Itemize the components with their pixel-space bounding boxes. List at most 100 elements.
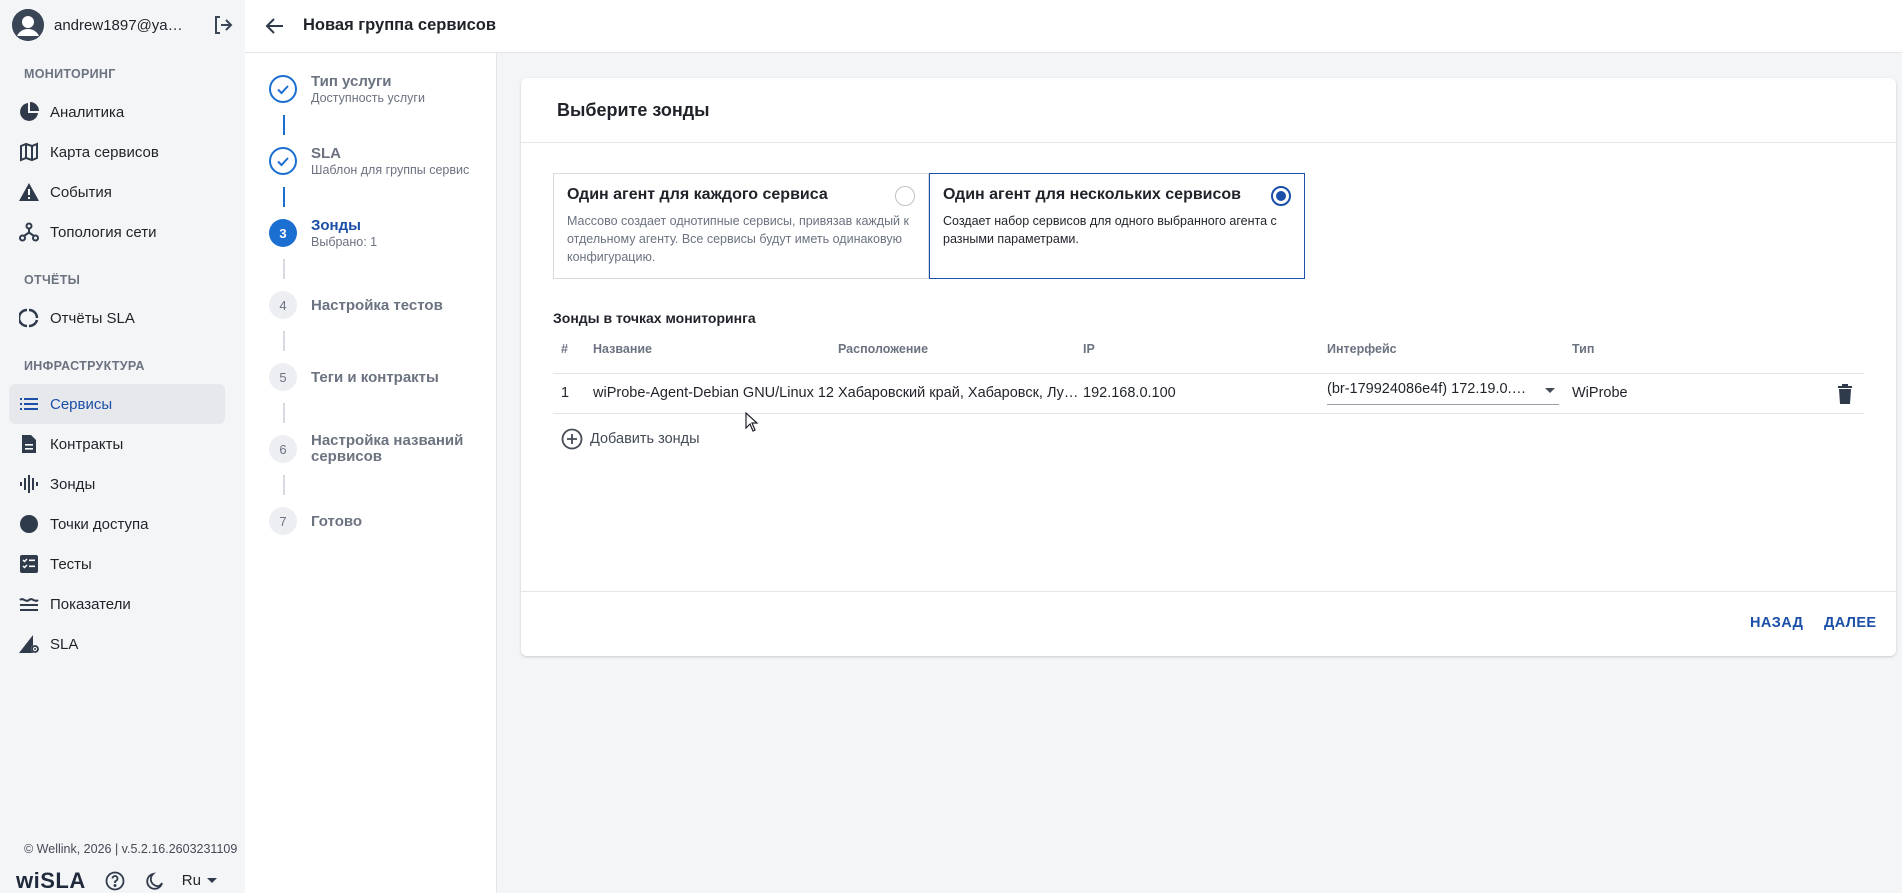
warning-icon	[18, 181, 40, 203]
table-row[interactable]: 1 wiProbe-Agent-Debian GNU/Linux 12 Хаба…	[553, 374, 1864, 414]
nav-item-label: Точки доступа	[50, 515, 149, 533]
nav-item-label: Тесты	[50, 555, 92, 573]
probe-selection-card: Выберите зонды Один агент для каждого се…	[521, 78, 1896, 656]
next-button[interactable]: ДАЛЕЕ	[1824, 615, 1877, 631]
nav-item-label: Показатели	[50, 595, 131, 613]
user-email: andrew1897@yandex.ru	[54, 16, 189, 34]
section-label-infrastructure: ИНФРАСТРУКТУРА	[24, 359, 145, 373]
back-button[interactable]: НАЗАД	[1750, 615, 1803, 631]
step-number: 7	[269, 507, 297, 535]
interface-select[interactable]: (br-179924086e4f) 172.19.0.1 …	[1327, 379, 1559, 405]
checklist-icon	[18, 553, 40, 575]
wizard-stepper: Тип услуги Доступность услуги SLA Шаблон…	[245, 53, 497, 893]
person-icon	[12, 9, 44, 41]
nav-item-label: SLA	[50, 635, 79, 653]
table-header: # Название Расположение IP Интерфейс Тип	[553, 340, 1864, 374]
step-subtitle: Выбрано: 1	[311, 235, 378, 249]
nav-item-label: Отчёты SLA	[50, 309, 135, 327]
document-icon	[18, 433, 40, 455]
copyright-text: © Wellink, 2026 | v.5.2.16.2603231109	[24, 842, 238, 856]
row-number: 1	[561, 385, 570, 401]
step-title: Зонды	[311, 217, 361, 234]
map-icon	[18, 141, 40, 163]
add-probes-button[interactable]: Добавить зонды	[561, 427, 700, 451]
step-connector	[283, 331, 285, 351]
step-subtitle: Шаблон для группы сервис	[311, 163, 470, 177]
language-select[interactable]: Ru	[182, 872, 217, 889]
logout-icon[interactable]	[212, 14, 234, 36]
zones-section-title: Зонды в точках мониторинга	[553, 310, 756, 326]
radio-button-selected[interactable]	[1271, 186, 1291, 206]
step-title: Настройка названий сервисов	[311, 432, 464, 465]
step-title: Готово	[311, 513, 363, 530]
list-icon	[18, 393, 40, 415]
column-header[interactable]: Тип	[1572, 342, 1594, 356]
option-agent-multi-service[interactable]: Один агент для нескольких сервисов Созда…	[929, 173, 1305, 279]
user-profile[interactable]: andrew1897@yandex.ru	[12, 8, 238, 42]
probe-ip: 192.168.0.100	[1083, 385, 1176, 401]
help-icon[interactable]	[104, 870, 126, 892]
section-label-monitoring: МОНИТОРИНГ	[24, 67, 116, 81]
option-description: Массово создает однотипные сервисы, прив…	[567, 214, 909, 264]
language-label: Ru	[181, 872, 201, 889]
nav-item-sla-reports[interactable]: Отчёты SLA	[9, 298, 225, 338]
option-title: Один агент для нескольких сервисов	[943, 186, 1242, 203]
step-number: 4	[269, 291, 297, 319]
probe-location: Хабаровский край, Хабаровск, Лу…	[838, 385, 1079, 401]
sla-report-icon	[18, 307, 40, 329]
card-header: Выберите зонды	[521, 78, 1896, 143]
caret-down-icon	[1545, 388, 1555, 393]
nav-item-label: Карта сервисов	[50, 143, 159, 161]
trash-icon[interactable]	[1834, 383, 1856, 405]
nav-item-label: Сервисы	[50, 395, 113, 413]
metrics-icon	[18, 593, 40, 615]
chevron-down-icon	[206, 878, 217, 883]
nav-item-services[interactable]: Сервисы	[9, 384, 225, 424]
step-connector	[283, 259, 285, 279]
nav-item-access-points[interactable]: Точки доступа	[9, 504, 225, 544]
option-agent-per-service[interactable]: Один агент для каждого сервиса Массово с…	[553, 173, 929, 279]
nav-item-probes[interactable]: Зонды	[9, 464, 225, 504]
step-connector	[283, 475, 285, 495]
nav-item-service-map[interactable]: Карта сервисов	[9, 132, 225, 172]
column-header: #	[561, 342, 568, 356]
sla-icon	[18, 633, 40, 655]
nav-item-tests[interactable]: Тесты	[9, 544, 225, 584]
column-header[interactable]: Название	[593, 342, 652, 356]
nav-item-label: Зонды	[50, 475, 96, 493]
step-title: Тип услуги	[311, 73, 392, 90]
nav-item-metrics[interactable]: Показатели	[9, 584, 225, 624]
radio-button[interactable]	[895, 186, 915, 206]
nav-item-topology[interactable]: Топология сети	[9, 212, 225, 252]
dark-mode-icon[interactable]	[144, 870, 166, 892]
column-header[interactable]: IP	[1083, 342, 1095, 356]
step-connector	[283, 187, 285, 207]
option-title: Один агент для каждого сервиса	[567, 186, 828, 203]
column-header[interactable]: Расположение	[838, 342, 928, 356]
nav-item-events[interactable]: События	[9, 172, 225, 212]
add-probes-label: Добавить зонды	[590, 431, 700, 447]
interface-value: (br-179924086e4f) 172.19.0.1 …	[1327, 381, 1532, 397]
step-title: SLA	[311, 145, 341, 162]
column-header[interactable]: Интерфейс	[1327, 342, 1397, 356]
back-arrow-icon[interactable]	[263, 14, 287, 38]
nav-item-analytics[interactable]: Аналитика	[9, 92, 225, 132]
nav-item-contracts[interactable]: Контракты	[9, 424, 225, 464]
step-connector	[283, 403, 285, 423]
card-title: Выберите зонды	[557, 100, 710, 120]
step-number: 5	[269, 363, 297, 391]
card-footer: НАЗАД ДАЛЕЕ	[521, 591, 1896, 656]
side-navigation: andrew1897@yandex.ru МОНИТОРИНГ Аналитик…	[0, 0, 245, 893]
probe-type: WiProbe	[1572, 385, 1628, 401]
pie-chart-icon	[18, 101, 40, 123]
probe-name: wiProbe-Agent-Debian GNU/Linux 12	[593, 385, 834, 401]
section-label-reports: ОТЧЁТЫ	[24, 273, 81, 287]
mouse-cursor-icon	[745, 411, 759, 432]
check-icon	[269, 75, 297, 103]
nav-item-sla[interactable]: SLA	[9, 624, 225, 664]
circle-icon	[18, 513, 40, 535]
page-title: Новая группа сервисов	[303, 16, 497, 34]
app-logo: wiSLA	[16, 867, 86, 893]
step-connector	[283, 115, 285, 135]
step-title: Настройка тестов	[311, 297, 443, 314]
